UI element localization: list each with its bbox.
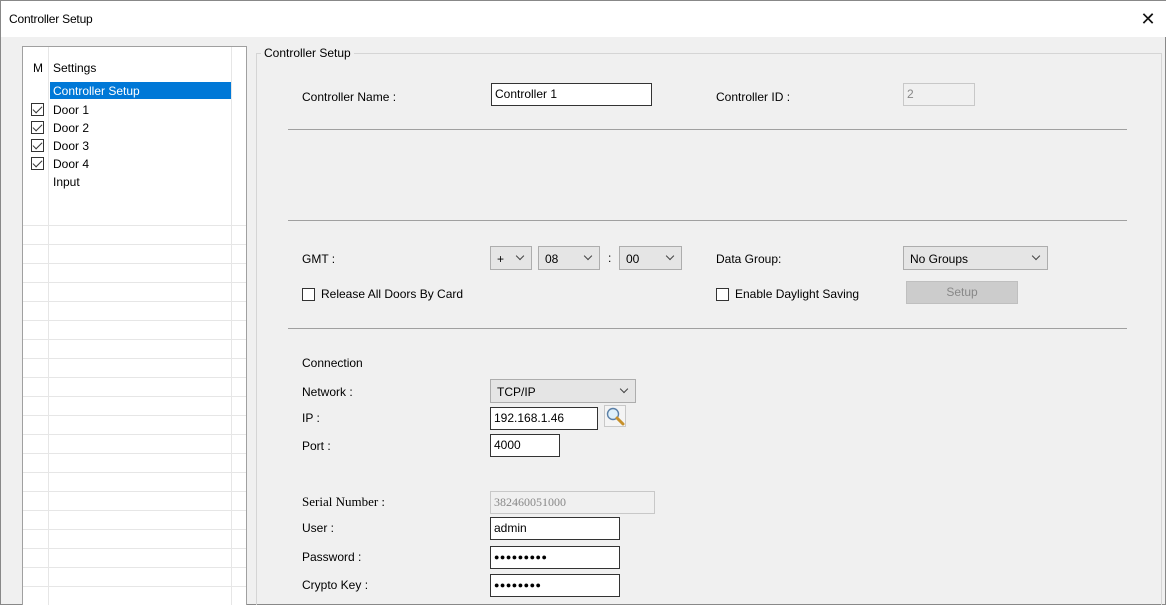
divider <box>288 328 1127 329</box>
network-value: TCP/IP <box>497 385 536 399</box>
list-item-controller-setup[interactable]: Controller Setup <box>23 82 246 100</box>
connection-label: Connection <box>302 356 363 370</box>
list-item-input[interactable]: Input <box>23 173 246 191</box>
grid-rows <box>23 225 246 605</box>
checkbox-icon[interactable] <box>31 157 44 170</box>
grid-row-line <box>23 586 246 587</box>
gmt-hours-select[interactable]: 08 <box>538 246 600 270</box>
grid-row-line <box>23 244 246 245</box>
crypto-key-label: Crypto Key : <box>302 578 369 592</box>
grid-row-line <box>23 548 246 549</box>
grid-row-line <box>23 282 246 283</box>
gmt-minutes-select[interactable]: 00 <box>619 246 682 270</box>
password-label: Password : <box>302 550 362 564</box>
grid-row-line <box>23 491 246 492</box>
grid-row-line <box>23 472 246 473</box>
grid-row-line <box>23 320 246 321</box>
daylight-saving-label: Enable Daylight Saving <box>735 287 860 301</box>
user-field[interactable]: admin <box>490 517 620 540</box>
checkbox-icon[interactable] <box>716 288 729 301</box>
user-label: User : <box>302 521 335 535</box>
chevron-down-icon <box>621 386 629 394</box>
gmt-sign-value: + <box>497 252 505 266</box>
port-field[interactable]: 4000 <box>490 434 560 457</box>
chevron-down-icon <box>517 253 525 261</box>
data-group-select[interactable]: No Groups <box>903 246 1048 270</box>
serial-number-label: Serial Number : <box>302 494 386 509</box>
gmt-colon: : <box>608 251 612 265</box>
controller-id-label: Controller ID : <box>716 90 791 104</box>
chevron-down-icon <box>585 253 593 261</box>
controller-setup-window: Controller Setup ✕ M Settings Controller… <box>0 0 1166 605</box>
gmt-minutes-value: 00 <box>626 252 640 266</box>
chevron-down-icon <box>667 253 675 261</box>
grid-row-line <box>23 415 246 416</box>
list-item-door-4[interactable]: Door 4 <box>23 155 246 173</box>
data-group-label: Data Group: <box>716 252 782 266</box>
list-item-label: Door 4 <box>53 157 90 171</box>
gmt-label: GMT : <box>302 252 336 266</box>
checkbox-icon[interactable] <box>31 121 44 134</box>
list-item-label: Door 1 <box>53 103 90 117</box>
close-icon[interactable]: ✕ <box>1135 7 1161 31</box>
password-field[interactable]: ●●●●●●●●● <box>490 546 620 569</box>
list-item-label: Door 3 <box>53 139 90 153</box>
grid-row-line <box>23 358 246 359</box>
controller-name-label: Controller Name : <box>302 90 397 104</box>
grid-row-line <box>23 529 246 530</box>
data-group-value: No Groups <box>910 252 969 266</box>
window-title: Controller Setup <box>9 12 93 26</box>
controller-setup-groupbox <box>256 53 1162 605</box>
release-all-doors-checkbox[interactable]: Release All Doors By Card <box>302 287 482 303</box>
grid-row-line <box>23 396 246 397</box>
network-label: Network : <box>302 385 353 399</box>
search-icon[interactable] <box>604 405 626 427</box>
grid-row-line <box>23 377 246 378</box>
title-bar: Controller Setup ✕ <box>1 1 1166 37</box>
grid-row-line <box>23 567 246 568</box>
gmt-sign-select[interactable]: + <box>490 246 532 270</box>
header-m[interactable]: M <box>33 61 43 75</box>
list-item-door-3[interactable]: Door 3 <box>23 137 246 155</box>
daylight-saving-checkbox[interactable]: Enable Daylight Saving <box>716 287 876 303</box>
setup-button[interactable]: Setup <box>906 281 1018 304</box>
release-all-doors-label: Release All Doors By Card <box>321 287 464 301</box>
settings-list: M Settings Controller Setup Door 1 Door … <box>22 46 247 605</box>
checkbox-icon[interactable] <box>31 103 44 116</box>
network-select[interactable]: TCP/IP <box>490 379 636 403</box>
divider <box>288 129 1127 130</box>
ip-field[interactable]: 192.168.1.46 <box>490 407 598 430</box>
controller-name-field[interactable]: Controller 1 <box>491 83 652 106</box>
list-header: M Settings <box>23 47 246 77</box>
list-item-label: Input <box>53 175 80 189</box>
header-settings[interactable]: Settings <box>53 61 96 75</box>
grid-row-line <box>23 225 246 226</box>
chevron-down-icon <box>1033 253 1041 261</box>
groupbox-legend: Controller Setup <box>261 46 354 60</box>
controller-id-field[interactable]: 2 <box>903 83 975 106</box>
divider <box>288 220 1127 221</box>
list-item-door-2[interactable]: Door 2 <box>23 119 246 137</box>
grid-row-line <box>23 434 246 435</box>
grid-row-line <box>23 453 246 454</box>
serial-number-field[interactable]: 382460051000 <box>490 491 655 514</box>
list-item-label: Door 2 <box>53 121 90 135</box>
gmt-hours-value: 08 <box>545 252 559 266</box>
list-item-label: Controller Setup <box>53 84 140 98</box>
port-label: Port : <box>302 439 331 453</box>
checkbox-icon[interactable] <box>302 288 315 301</box>
grid-row-line <box>23 301 246 302</box>
ip-label: IP : <box>302 411 320 425</box>
grid-row-line <box>23 263 246 264</box>
grid-row-line <box>23 510 246 511</box>
grid-row-line <box>23 339 246 340</box>
list-item-door-1[interactable]: Door 1 <box>23 101 246 119</box>
crypto-key-field[interactable]: ●●●●●●●● <box>490 574 620 597</box>
checkbox-icon[interactable] <box>31 139 44 152</box>
